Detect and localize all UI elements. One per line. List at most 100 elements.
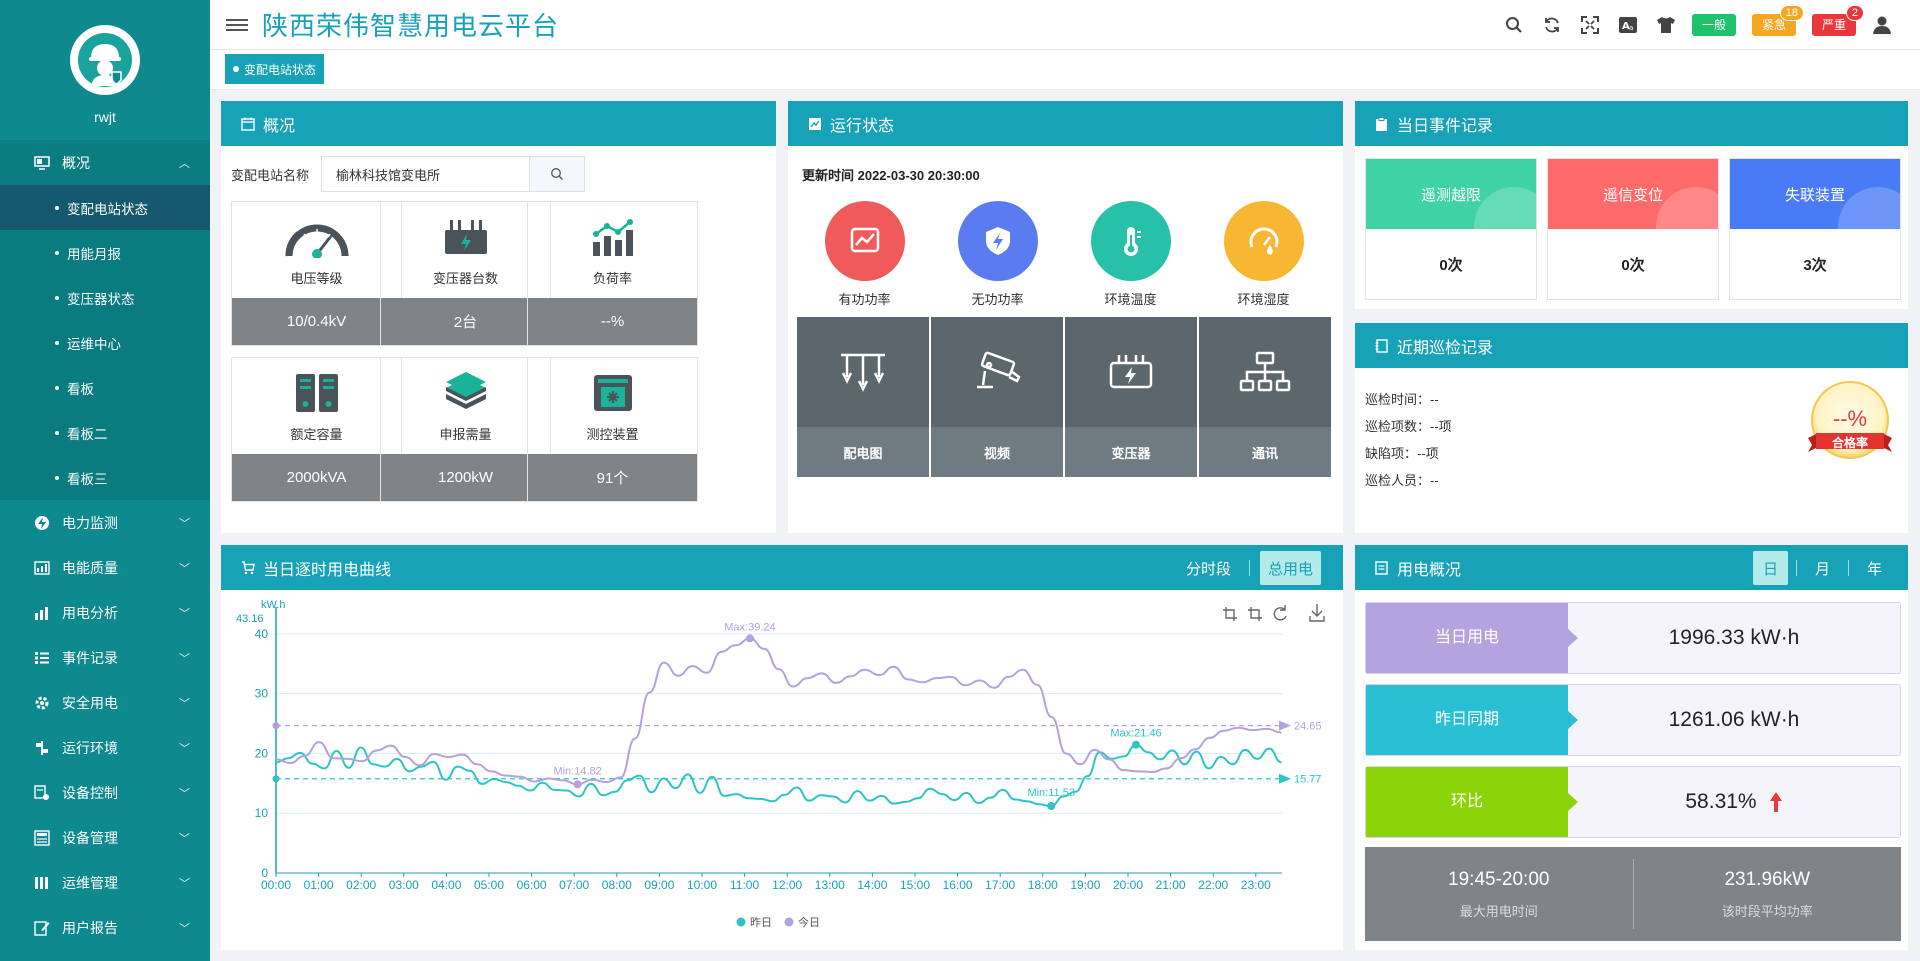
sidebar-item[interactable]: 安全用电 ﹀	[0, 680, 210, 725]
theme-shirt-icon[interactable]	[1654, 13, 1678, 37]
tab-month[interactable]: 月	[1805, 551, 1840, 585]
sidebar-item[interactable]: 运维管理 ﹀	[0, 860, 210, 905]
event-count: 0次	[1439, 256, 1463, 274]
station-search-button[interactable]	[529, 156, 586, 192]
inspection-panel: 近期巡检记录 巡检时间：-- 巡检项数：--项 缺陷项：--项 巡检人员：-- …	[1355, 323, 1908, 533]
overview-card: 负荷率 --%	[527, 201, 698, 346]
thermometer-icon	[1090, 201, 1171, 281]
sidebar-item[interactable]: 设备管理 ﹀	[0, 815, 210, 860]
x-tick-label: 11:00	[730, 878, 759, 892]
sidebar-item-label: 运行环境	[62, 739, 118, 756]
sidebar-subitem-label: 变配电站状态	[67, 201, 148, 217]
usage-overview-panel: 用电概况 日 月 年 当日用电 1996.33 kW·h 昨日同期 1261.0…	[1355, 545, 1908, 950]
sidebar-item[interactable]: 电能质量 ﹀	[0, 545, 210, 590]
event-type-label: 失联装置	[1784, 186, 1845, 204]
sidebar-subitem[interactable]: 看板三	[0, 455, 210, 500]
active-dot-icon	[233, 66, 239, 72]
usage-row-value: 1261.06 kW·h	[1668, 708, 1800, 731]
status-shortcut-tile[interactable]: 配电图	[797, 317, 929, 477]
x-tick-label: 13:00	[815, 878, 845, 892]
event-count: 3次	[1803, 256, 1827, 274]
tab-total-usage[interactable]: 总用电	[1259, 551, 1321, 585]
sidebar-subitem[interactable]: 用能月报	[0, 230, 210, 275]
legend-label: 今日	[798, 915, 820, 929]
overview-card-label: 电压等级	[290, 271, 343, 286]
overview-card: 变压器台数 2台	[380, 201, 551, 346]
sidebar-subitem[interactable]: 看板	[0, 365, 210, 410]
legend-marker	[736, 917, 746, 927]
chart-icon	[808, 116, 824, 132]
restore-icon[interactable]	[1273, 605, 1287, 621]
breadcrumb: 变配电站状态	[210, 50, 1920, 90]
min-annotation: Min:14.82	[553, 765, 601, 777]
chevron-down-icon: ﹀	[179, 832, 190, 845]
status-shortcut-tile[interactable]: 视频	[931, 317, 1063, 477]
event-card[interactable]: 失联装置 3次	[1729, 158, 1901, 300]
sidebar-item-label: 电力监测	[62, 514, 118, 531]
x-tick-label: 09:00	[644, 878, 674, 892]
load-chart-icon	[528, 202, 697, 258]
tab-year[interactable]: 年	[1857, 551, 1892, 585]
y-tick-label: 40	[255, 627, 269, 641]
sidebar-subitem[interactable]: 运维中心	[0, 320, 210, 365]
download-icon[interactable]	[1309, 604, 1325, 622]
zoom-in-icon[interactable]	[1223, 607, 1237, 621]
menu-toggle-icon[interactable]	[226, 18, 248, 31]
font-size-icon[interactable]: Aa	[1616, 13, 1640, 37]
device-manage-icon	[32, 828, 52, 848]
sidebar-item[interactable]: 运行环境 ﹀	[0, 725, 210, 770]
user-icon[interactable]	[1870, 13, 1894, 37]
calendar-icon	[241, 116, 257, 132]
usage-row-label-text: 昨日同期	[1434, 711, 1499, 728]
bullet-icon	[55, 430, 59, 435]
panel-header: 概况	[221, 101, 776, 146]
tab-current-page[interactable]: 变配电站状态	[225, 54, 325, 84]
station-search-label: 变配电站名称	[231, 167, 310, 183]
alert-level-button[interactable]: 紧急 18	[1751, 4, 1804, 36]
sidebar-item-overview[interactable]: 概况 ︿	[0, 140, 210, 185]
alert-level-button[interactable]: 严重 2	[1811, 4, 1864, 36]
zoom-reset-icon[interactable]	[1248, 607, 1262, 621]
tile-label: 变压器	[1065, 427, 1197, 477]
event-card[interactable]: 遥测越限 0次	[1365, 158, 1537, 300]
avatar[interactable]	[70, 25, 140, 95]
status-shortcut-tile[interactable]: 变压器	[1065, 317, 1197, 477]
event-count: 0次	[1621, 256, 1645, 274]
sidebar-item[interactable]: 用电分析 ﹀	[0, 590, 210, 635]
overview-card-value: --%	[528, 298, 697, 345]
overview-card-value: 91个	[528, 454, 697, 501]
usage-row-value-wrap: 1261.06 kW·h	[1568, 708, 1900, 732]
sidebar-subitem[interactable]: 变配电站状态	[0, 185, 210, 230]
event-type: 遥信变位	[1548, 159, 1718, 229]
station-name-input[interactable]	[321, 156, 530, 192]
panel-title: 概况	[263, 117, 296, 135]
x-tick-label: 18:00	[1028, 878, 1058, 892]
chevron-down-icon: ﹀	[179, 742, 190, 755]
tab-day[interactable]: 日	[1752, 551, 1788, 585]
update-time: 更新时间 2022-03-30 20:30:00	[802, 168, 980, 183]
sidebar-item[interactable]: 电力监测 ﹀	[0, 500, 210, 545]
refresh-icon[interactable]	[1540, 13, 1564, 37]
top-header: 陕西荣伟智慧用电云平台 Aa 一般 紧急 18 严重 2	[210, 0, 1920, 50]
sidebar-item[interactable]: 事件记录 ﹀	[0, 635, 210, 680]
pass-rate-label: 合格率	[1831, 436, 1868, 450]
peak-time-label: 最大用电时间	[1459, 903, 1538, 919]
sidebar-item[interactable]: 用户报告 ﹀	[0, 905, 210, 950]
status-shortcut-tile[interactable]: 通讯	[1199, 317, 1331, 477]
alert-level-label: 一般	[1701, 18, 1726, 32]
usage-row-label: 当日用电	[1366, 603, 1578, 673]
alert-level-button[interactable]: 一般	[1691, 13, 1736, 36]
panel-header: 用电概况 日 月 年	[1355, 545, 1908, 590]
maintenance-icon	[32, 873, 52, 893]
event-card[interactable]: 遥信变位 0次	[1547, 158, 1719, 300]
x-tick-label: 21:00	[1156, 878, 1186, 892]
tab-time-period[interactable]: 分时段	[1178, 551, 1239, 585]
x-tick-label: 01:00	[304, 878, 334, 892]
fullscreen-icon[interactable]	[1578, 13, 1602, 37]
sidebar-item[interactable]: 设备控制 ﹀	[0, 770, 210, 815]
sidebar-subitem[interactable]: 变压器状态	[0, 275, 210, 320]
usage-row-label: 环比	[1366, 767, 1578, 837]
overview-card-label: 申报需量	[439, 427, 492, 442]
sidebar-subitem[interactable]: 看板二	[0, 410, 210, 455]
search-icon[interactable]	[1502, 13, 1526, 37]
